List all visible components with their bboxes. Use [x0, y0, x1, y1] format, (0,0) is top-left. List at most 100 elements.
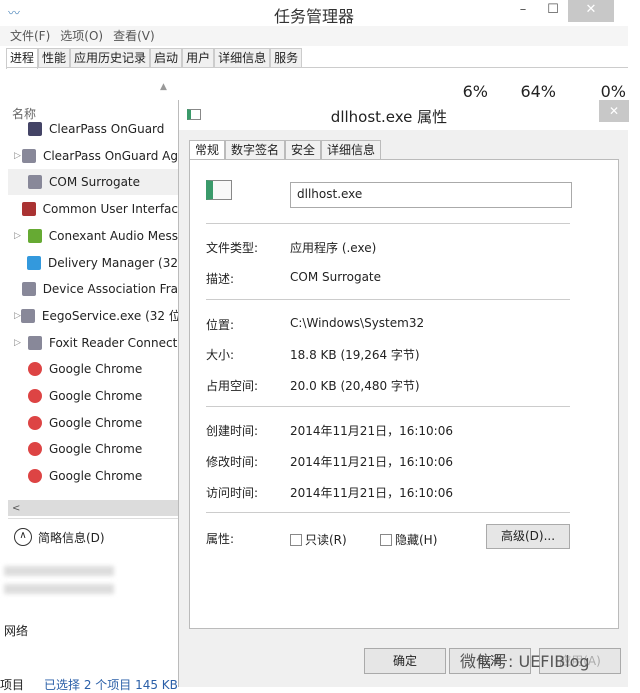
readonly-label: 只读(R)	[305, 533, 347, 547]
divider	[206, 223, 570, 224]
divider	[8, 518, 178, 519]
window-icon	[28, 175, 42, 190]
process-row[interactable]: ▷ Foxit Reader Connect	[14, 330, 178, 356]
process-row[interactable]: Google Chrome	[14, 463, 178, 489]
window-icon	[20, 308, 35, 323]
tab-users[interactable]: 用户	[182, 48, 215, 68]
blurred-item	[4, 566, 114, 576]
desc-value: COM Surrogate	[290, 270, 382, 284]
tab-digital-signatures[interactable]: 数字签名	[225, 140, 286, 160]
fewer-details-button[interactable]: ∧ 简略信息(D)	[14, 528, 105, 546]
process-name: COM Surrogate	[49, 175, 141, 190]
location-value: C:\Windows\System32	[290, 316, 425, 330]
tab-security[interactable]: 安全	[285, 140, 322, 160]
expand-icon[interactable]: ▷	[14, 338, 28, 348]
advanced-button[interactable]: 高级(D)...	[486, 524, 570, 549]
task-manager-titlebar: 〰 任务管理器 – ☐ ✕	[0, 0, 628, 26]
window-icon	[28, 335, 42, 350]
process-row[interactable]: Delivery Manager (32	[14, 250, 178, 276]
dialog-title: dllhost.exe 属性	[330, 108, 448, 126]
conexant-icon	[27, 228, 42, 243]
process-row[interactable]: ▷ EegoService.exe (32 位	[14, 303, 178, 329]
tab-performance[interactable]: 性能	[38, 48, 71, 68]
chrome-icon	[28, 362, 42, 377]
menu-view[interactable]: 查看(V)	[113, 29, 155, 43]
sort-arrow-icon[interactable]: ▲	[160, 82, 167, 92]
modified-label: 修改时间:	[206, 455, 259, 469]
tab-details[interactable]: 详细信息	[214, 48, 271, 68]
attributes-label: 属性:	[206, 532, 235, 546]
expand-icon[interactable]: ▷	[14, 231, 28, 241]
type-value: 应用程序 (.exe)	[290, 241, 377, 255]
maximize-button[interactable]: ☐	[538, 0, 568, 22]
cpu-stat[interactable]: 6%	[428, 82, 488, 101]
disk-size-value: 20.0 KB (20,480 字节)	[290, 379, 420, 393]
process-row[interactable]: COM Surrogate	[8, 169, 178, 196]
app-icon	[28, 122, 42, 136]
menu-file[interactable]: 文件(F)	[10, 29, 50, 43]
process-name: Conexant Audio Mess	[48, 228, 178, 243]
menu-bar: 文件(F) 选项(O) 查看(V)	[0, 26, 628, 46]
process-row[interactable]: Common User Interfac	[14, 196, 178, 222]
accessed-label: 访问时间:	[206, 486, 259, 500]
process-name: Device Association Fra	[42, 282, 178, 297]
network-label: 网络	[4, 624, 29, 638]
process-name: ClearPass OnGuard	[49, 122, 165, 136]
dialog-close-button[interactable]: ✕	[599, 100, 629, 122]
process-row[interactable]: Google Chrome	[14, 410, 178, 436]
properties-dialog: dllhost.exe 属性 ✕ 常规 数字签名 安全 详细信息 dllhost…	[178, 100, 629, 687]
tab-general[interactable]: 常规	[189, 140, 226, 160]
process-row[interactable]: ▷ ClearPass OnGuard Ag	[14, 143, 178, 169]
process-row[interactable]: ClearPass OnGuard	[14, 116, 178, 142]
location-label: 位置:	[206, 318, 235, 332]
chrome-icon	[28, 389, 42, 403]
modified-value: 2014年11月21日，16:10:06	[290, 455, 453, 469]
process-name: Foxit Reader Connect	[49, 335, 178, 350]
window-icon	[21, 282, 36, 297]
horizontal-scrollbar[interactable]: <	[8, 500, 178, 516]
process-name: Google Chrome	[49, 415, 143, 430]
fewer-details-label: 简略信息(D)	[38, 530, 105, 545]
process-name: Common User Interfac	[42, 202, 178, 217]
hidden-label: 隐藏(H)	[395, 533, 438, 547]
size-value: 18.8 KB (19,264 字节)	[290, 348, 420, 362]
process-name: Delivery Manager (32	[48, 255, 178, 270]
memory-stat[interactable]: 64%	[496, 82, 556, 101]
chrome-icon	[28, 469, 42, 484]
filename-input[interactable]: dllhost.exe	[290, 182, 572, 208]
close-button[interactable]: ✕	[568, 0, 614, 22]
process-name: Google Chrome	[49, 469, 143, 484]
divider	[206, 406, 570, 407]
minimize-button[interactable]: –	[508, 0, 538, 22]
general-pane: dllhost.exe 文件类型: 应用程序 (.exe) 描述: COM Su…	[189, 159, 619, 629]
process-row[interactable]: Device Association Fra	[14, 276, 178, 302]
status-items: 项目	[0, 678, 25, 692]
blurred-item	[4, 584, 114, 594]
process-row[interactable]: Google Chrome	[14, 383, 178, 409]
tab-services[interactable]: 服务	[270, 48, 303, 68]
divider	[206, 299, 570, 300]
tab-details[interactable]: 详细信息	[321, 140, 382, 160]
disk-stat[interactable]: 0%	[566, 82, 626, 101]
created-label: 创建时间:	[206, 424, 259, 438]
process-name: EegoService.exe (32 位	[41, 309, 178, 324]
process-row[interactable]: ▷ Conexant Audio Mess	[14, 223, 178, 249]
divider	[206, 512, 570, 513]
checkbox-icon	[380, 533, 392, 546]
menu-options[interactable]: 选项(O)	[60, 29, 103, 43]
tab-processes[interactable]: 进程	[6, 48, 39, 69]
chrome-icon	[28, 415, 42, 430]
status-selected: 已选择 2 个项目 145 KB	[44, 678, 178, 692]
readonly-checkbox[interactable]: 只读(R)	[290, 531, 347, 548]
hidden-checkbox[interactable]: 隐藏(H)	[380, 531, 437, 548]
process-row[interactable]: Google Chrome	[14, 436, 178, 462]
dialog-tabs: 常规 数字签名 安全 详细信息	[189, 140, 382, 160]
tab-app-history[interactable]: 应用历史记录	[70, 48, 151, 68]
disk-size-label: 占用空间:	[206, 379, 259, 393]
delivery-icon	[27, 255, 41, 270]
expand-icon[interactable]: ▷	[14, 311, 21, 321]
process-row[interactable]: Google Chrome	[14, 356, 178, 382]
ok-button[interactable]: 确定	[364, 648, 446, 674]
tab-startup[interactable]: 启动	[150, 48, 183, 68]
expand-icon[interactable]: ▷	[14, 151, 22, 161]
